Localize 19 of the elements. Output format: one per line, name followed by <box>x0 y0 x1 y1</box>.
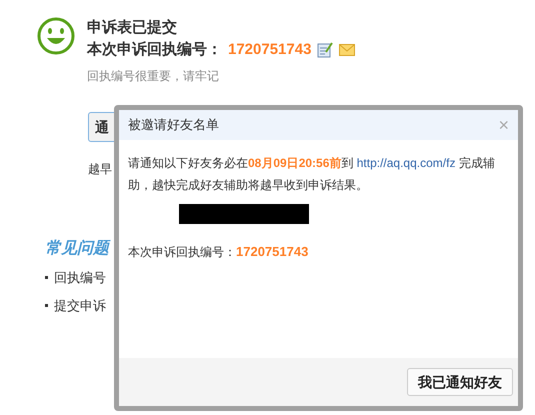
faq-item[interactable]: 提交申诉 <box>54 296 106 315</box>
note-text: 越早 <box>88 161 112 178</box>
receipt-number: 1720751743 <box>236 243 308 261</box>
dialog-title: 被邀请好友名单 <box>128 116 219 134</box>
bullet-icon <box>45 276 48 280</box>
edit-icon[interactable] <box>317 42 334 58</box>
confirm-button[interactable]: 我已通知好友 <box>407 368 513 396</box>
link[interactable]: http://aq.qq.com/fz <box>356 156 456 170</box>
receipt-label: 本次申诉回执编号： <box>128 244 236 261</box>
faq-item[interactable]: 回执编号 <box>54 268 106 288</box>
hint-text: 回执编号很重要，请牢记 <box>87 68 220 85</box>
receipt-number: 1720751743 <box>228 40 312 60</box>
page-title: 申诉表已提交 <box>87 18 178 38</box>
smiley-icon <box>37 17 75 55</box>
receipt-label: 本次申诉回执编号： <box>87 40 222 60</box>
mail-icon[interactable] <box>339 44 356 56</box>
dialog-message: 请通知以下好友务必在08月09日20:56前到 http://aq.qq.com/fz 完成辅助，越快完成好友辅助将越早收到申诉结果。 <box>128 155 496 194</box>
bullet-icon <box>45 304 48 307</box>
faq-title: 常见问题 <box>45 238 109 259</box>
